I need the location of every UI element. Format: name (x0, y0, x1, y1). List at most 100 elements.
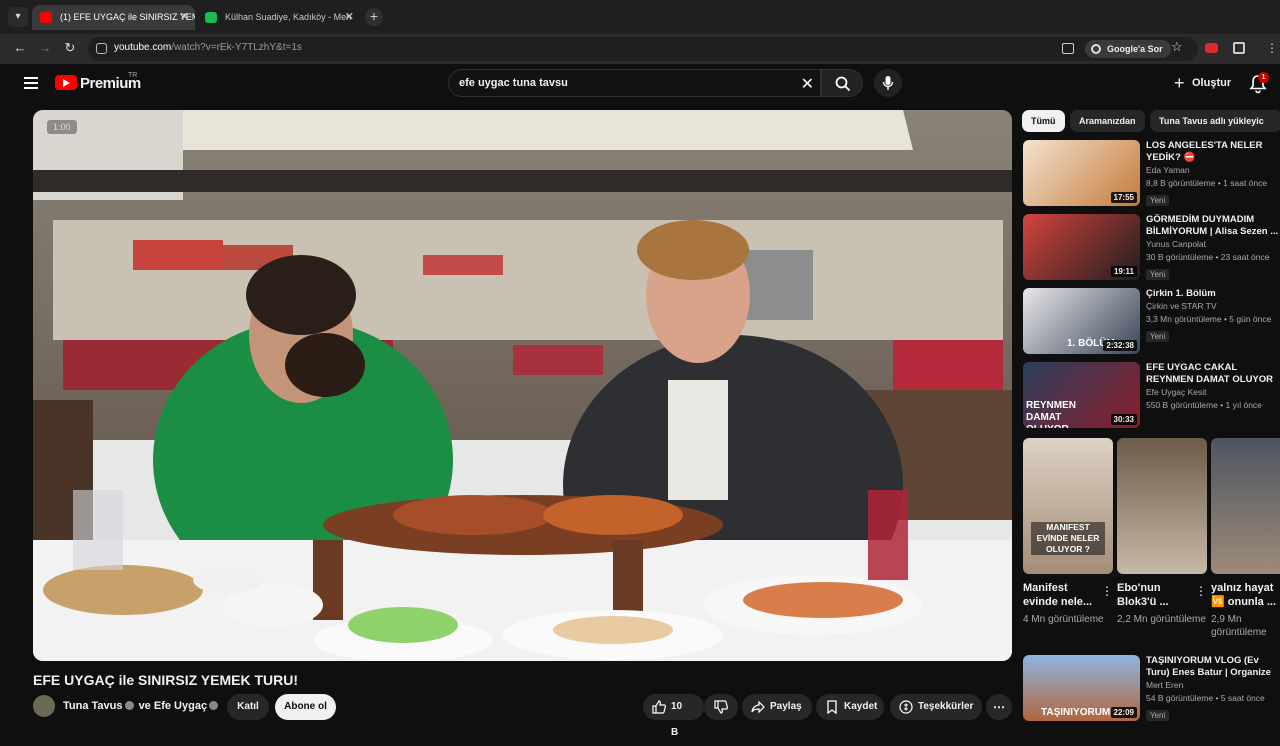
short-title[interactable]: yalnız hayat 🆚 onunla ... (1211, 581, 1280, 609)
video-title: EFE UYGAÇ ile SINIRSIZ YEMEK TURU! (33, 672, 298, 688)
close-tab-icon[interactable]: ✕ (345, 5, 354, 30)
short-thumbnail[interactable] (1117, 438, 1207, 574)
search-button[interactable] (821, 69, 863, 97)
thumbnail-caption: REYNMEN DAMAT OLUYOR (1026, 400, 1077, 428)
recommendation-item[interactable]: 19:11 GÖRMEDİM DUYMADIM BİLMİYORUM | Ali… (1023, 214, 1280, 284)
chip-all[interactable]: Tümü (1022, 110, 1065, 132)
browser-menu-icon[interactable]: ⋮ (1266, 41, 1278, 55)
short-title[interactable]: Ebo'nun Blok3'ü ... (1117, 581, 1207, 609)
create-label: Oluştur (1192, 77, 1232, 89)
verified-icon (124, 701, 134, 710)
video-title[interactable]: Çirkin 1. Bölüm (1146, 288, 1280, 300)
new-badge: Yeni (1146, 331, 1170, 342)
voice-search-button[interactable] (874, 69, 902, 97)
thanks-button[interactable]: Teşekkürler (890, 694, 982, 720)
cast-icon[interactable] (1062, 43, 1074, 54)
video-title[interactable]: EFE UYGAC CAKAL REYNMEN DAMAT OLUYOR SIR… (1146, 362, 1280, 386)
channel-avatar[interactable] (33, 695, 55, 717)
microphone-icon (882, 76, 894, 90)
like-button[interactable]: 10 B (643, 694, 704, 738)
video-meta: 8,8 B görüntüleme • 1 saat önce (1146, 178, 1268, 188)
save-button[interactable]: Kaydet (816, 694, 884, 720)
new-tab-button[interactable]: + (365, 8, 383, 26)
browser-tab-youtube[interactable]: (1) EFE UYGAÇ ile SINIRSIZ YEME ✕ (32, 5, 195, 30)
duration-badge: 22:09 (1110, 707, 1137, 718)
channel-name[interactable]: Efe Uygaç Kesit (1146, 386, 1280, 399)
video-thumbnail[interactable]: 17:55 (1023, 140, 1140, 206)
close-tab-icon[interactable]: ✕ (180, 5, 189, 30)
duration-badge: 2:32:38 (1103, 340, 1137, 351)
video-player[interactable]: 1:00 (33, 110, 1012, 661)
guide-menu-icon[interactable] (24, 77, 38, 89)
chip-from-search[interactable]: Aramanızdan (1070, 110, 1145, 132)
super-thanks-icon (899, 700, 913, 714)
short-item[interactable]: yalnız hayat 🆚 onunla ... 2,9 Mn görüntü… (1211, 438, 1280, 639)
subscribe-button[interactable]: Abone ol (275, 694, 336, 720)
plus-icon: + (1174, 73, 1185, 93)
reload-icon[interactable]: ↻ (61, 40, 79, 56)
channel-name[interactable]: Mert Eren (1146, 679, 1280, 692)
notification-badge: 1 (1258, 72, 1269, 83)
recommendation-item[interactable]: REYNMEN DAMAT OLUYOR 30:33 EFE UYGAC CAK… (1023, 362, 1280, 432)
duration-badge: 17:55 (1110, 192, 1137, 203)
video-meta: 3,3 Mn görüntüleme • 5 gün önce (1146, 314, 1272, 324)
channel-names[interactable]: Tuna Tavus ve Efe Uygaç (63, 700, 220, 712)
forward-icon[interactable]: → (36, 40, 54, 55)
duration-badge: 19:11 (1110, 266, 1137, 277)
video-title[interactable]: LOS ANGELES'TA NELER YEDİK? ⛔ (1146, 140, 1280, 164)
logo-region: TR (128, 72, 138, 79)
create-button[interactable]: + Oluştur (1170, 71, 1231, 95)
browser-tab-menu[interactable]: Külhan Suadiye, Kadıköy - Men ✕ (197, 5, 360, 30)
short-item[interactable]: Ebo'nun Blok3'ü ... ⋮ 2,2 Mn görüntüleme (1117, 438, 1207, 626)
more-options-icon[interactable]: ⋮ (1195, 584, 1207, 598)
restaurant-favicon-icon (205, 12, 217, 23)
short-thumbnail[interactable]: MANIFEST EVİNDE NELER OLUYOR ? (1023, 438, 1113, 574)
site-info-icon[interactable] (96, 43, 107, 54)
channel-name[interactable]: Yunus Canpolat (1146, 238, 1280, 251)
google-lens-icon (1091, 44, 1101, 54)
dislike-button[interactable] (704, 694, 738, 720)
recommendation-item[interactable]: 17:55 LOS ANGELES'TA NELER YEDİK? ⛔ Eda … (1023, 140, 1280, 210)
search-query: efe uygac tuna tavsu (459, 77, 568, 89)
join-button[interactable]: Katıl (227, 694, 269, 720)
channel-name-2[interactable]: Efe Uygaç (154, 700, 207, 712)
bookmark-star-icon[interactable]: ☆ (1171, 39, 1183, 55)
video-title[interactable]: GÖRMEDİM DUYMADIM BİLMİYORUM | Alisa Sez… (1146, 214, 1280, 238)
more-actions-button[interactable]: ⋯ (986, 694, 1012, 720)
share-arrow-icon (751, 700, 765, 714)
video-thumbnail[interactable]: TAŞINIYORUM 22:09 (1023, 655, 1140, 721)
back-icon[interactable]: ← (11, 40, 29, 55)
video-title[interactable]: TAŞINIYORUM VLOG (Ev Turu) Enes Batur | … (1146, 655, 1280, 679)
short-views: 4 Mn görüntüleme (1023, 614, 1104, 625)
channel-name-1[interactable]: Tuna Tavus (63, 700, 123, 712)
browser-toolbar: ← → ↻ youtube.com/watch?v=rEk-Y7TLzhY&t=… (0, 34, 1280, 64)
address-bar[interactable]: youtube.com/watch?v=rEk-Y7TLzhY&t=1s Goo… (88, 37, 1198, 61)
extensions-puzzle-icon[interactable] (1233, 42, 1245, 54)
tab-search-menu-button[interactable]: ▾ (8, 7, 28, 27)
video-frame (33, 110, 1012, 661)
recommendation-item[interactable]: TAŞINIYORUM 22:09 TAŞINIYORUM VLOG (Ev T… (1023, 655, 1280, 725)
short-thumbnail[interactable] (1211, 438, 1280, 574)
youtube-header: Premium TR efe uygac tuna tavsu ✕ + Oluş… (0, 64, 1280, 104)
new-badge: Yeni (1146, 710, 1170, 721)
extension-flag-icon[interactable] (1205, 43, 1218, 53)
video-thumbnail[interactable]: 1. BÖLÜM 2:32:38 (1023, 288, 1140, 354)
youtube-logo-icon[interactable] (55, 75, 77, 90)
share-button[interactable]: Paylaş (742, 694, 812, 720)
share-label: Paylaş (770, 701, 802, 712)
tab-label: (1) EFE UYGAÇ ile SINIRSIZ YEME (60, 12, 195, 22)
channel-name[interactable]: Çirkin ve STAR TV (1146, 300, 1280, 313)
recommendation-item[interactable]: 1. BÖLÜM 2:32:38 Çirkin 1. Bölüm Çirkin … (1023, 288, 1280, 358)
thanks-label: Teşekkürler (918, 701, 974, 712)
clear-search-icon[interactable]: ✕ (801, 74, 814, 94)
video-thumbnail[interactable]: 19:11 (1023, 214, 1140, 280)
google-ask-button[interactable]: Google'a Sor (1085, 40, 1171, 58)
short-overlay-text: MANIFEST EVİNDE NELER OLUYOR ? (1031, 522, 1105, 555)
video-thumbnail[interactable]: REYNMEN DAMAT OLUYOR 30:33 (1023, 362, 1140, 428)
chip-uploader[interactable]: Tuna Tavus adlı yükleyic (1150, 110, 1280, 132)
channel-name[interactable]: Eda Yaman (1146, 164, 1280, 177)
short-item[interactable]: MANIFEST EVİNDE NELER OLUYOR ? Manifest … (1023, 438, 1113, 626)
search-input[interactable]: efe uygac tuna tavsu ✕ (448, 69, 821, 97)
more-options-icon[interactable]: ⋮ (1101, 584, 1113, 598)
short-title[interactable]: Manifest evinde nele... (1023, 581, 1113, 609)
